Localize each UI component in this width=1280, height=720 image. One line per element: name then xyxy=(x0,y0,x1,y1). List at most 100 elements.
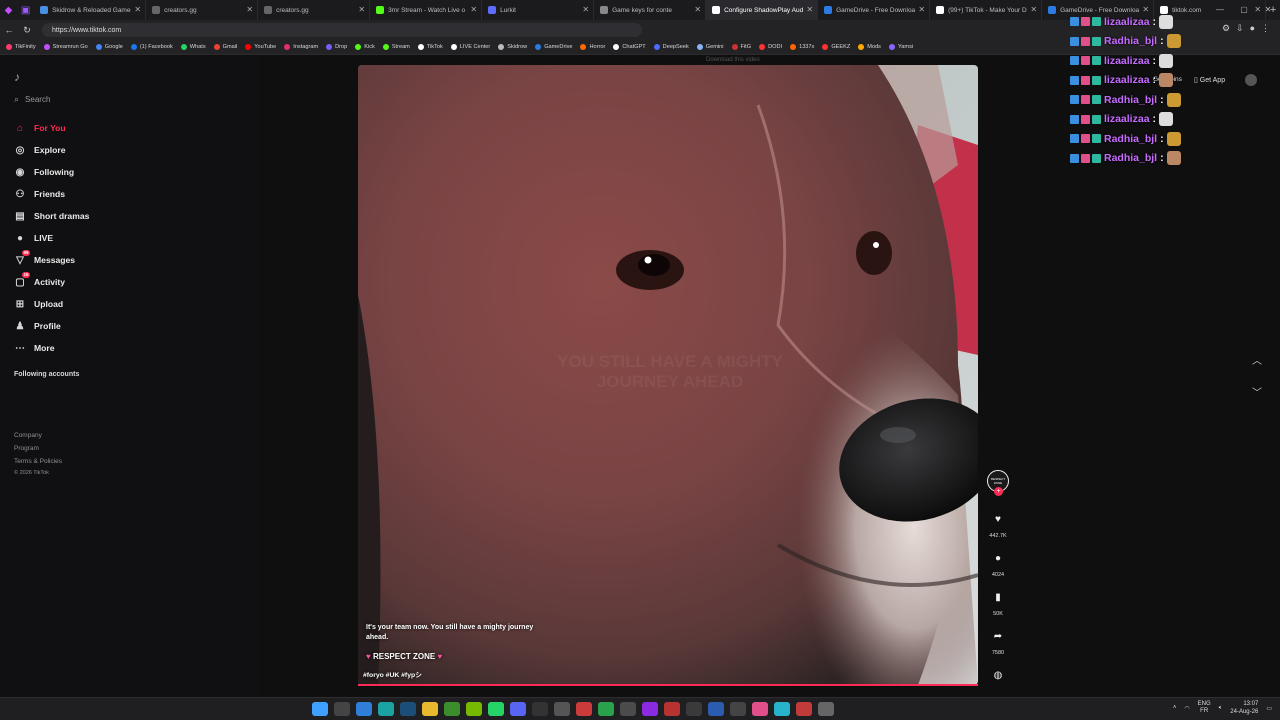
music-disc-button[interactable]: ◍ xyxy=(986,670,1010,682)
sidebar-item-following[interactable]: ◉ Following xyxy=(12,161,252,183)
steam-icon[interactable] xyxy=(400,702,416,716)
sidebar-item-friends[interactable]: ⚇ Friends xyxy=(12,183,252,205)
edge-icon[interactable] xyxy=(378,702,394,716)
next-video-icon[interactable]: ﹀ xyxy=(1252,384,1262,416)
bookmark-item[interactable]: GameDrive xyxy=(535,44,572,50)
app-icon[interactable] xyxy=(576,702,592,716)
discord-icon[interactable] xyxy=(510,702,526,716)
browser-tab[interactable]: GameDrive - Free Download P✕ xyxy=(818,0,931,20)
chat-username[interactable]: lizaalizaa xyxy=(1104,74,1150,86)
sidebar-item-upload[interactable]: ⊞ Upload xyxy=(12,293,252,315)
sidebar-item-profile[interactable]: ♟ Profile xyxy=(12,315,252,337)
sidebar-item-explore[interactable]: ◎ Explore xyxy=(12,139,252,161)
like-button[interactable]: ♥ 442.7K xyxy=(986,514,1010,539)
reload-icon[interactable]: ↻ xyxy=(18,25,36,36)
chat-username[interactable]: lizaalizaa xyxy=(1104,16,1150,28)
browser-tab[interactable]: creators.gg ✕ xyxy=(146,0,259,20)
bookmark-item[interactable]: Horror xyxy=(580,44,605,50)
chat-username[interactable]: lizaalizaa xyxy=(1104,55,1150,67)
video-hashtags[interactable]: #foryo #UK #fypシ xyxy=(363,669,422,679)
back-icon[interactable]: ← xyxy=(0,25,18,35)
app-icon[interactable] xyxy=(642,702,658,716)
sidebar-item-messages[interactable]: ▽ 99 Messages xyxy=(12,249,252,271)
bookmark-item[interactable]: Google xyxy=(95,44,123,50)
bookmark-item[interactable]: Gemini xyxy=(696,44,724,50)
bookmark-item[interactable]: FitG xyxy=(731,44,751,50)
creator-avatar[interactable]: RESPECT ZONE + xyxy=(987,470,1009,496)
bookmark-item[interactable]: Drop xyxy=(326,44,347,50)
bookmark-item[interactable]: DODI xyxy=(759,44,782,50)
bookmark-item[interactable]: YouTube xyxy=(245,44,276,50)
xbox-icon[interactable] xyxy=(444,702,460,716)
app-icon[interactable] xyxy=(664,702,680,716)
browser-tab[interactable]: Game keys for conte ✕ xyxy=(594,0,707,20)
browser-tab[interactable]: Lurkit ✕ xyxy=(482,0,595,20)
footer-company-link[interactable]: Company xyxy=(14,429,62,442)
bookmark-item[interactable]: Stream xyxy=(382,44,410,50)
bookmark-item[interactable]: TikTok xyxy=(417,44,443,50)
search-icon[interactable] xyxy=(334,702,350,716)
app-icon[interactable] xyxy=(774,702,790,716)
bookmark-item[interactable]: DeepSeek xyxy=(653,44,689,50)
bookmark-item[interactable]: (1) Facebook xyxy=(130,44,173,50)
app-icon[interactable] xyxy=(598,702,614,716)
download-tip[interactable]: Download this video xyxy=(706,57,760,63)
video-progress-bar[interactable] xyxy=(358,684,978,686)
nvidia-icon[interactable] xyxy=(466,702,482,716)
app-icon[interactable] xyxy=(686,702,702,716)
bookmark-item[interactable]: Whats xyxy=(180,44,206,50)
sidebar-item-short-dramas[interactable]: ▤ Short dramas xyxy=(12,205,252,227)
app-icon[interactable] xyxy=(554,702,570,716)
app-icon[interactable] xyxy=(796,702,812,716)
language-indicator[interactable]: ENG FR xyxy=(1198,701,1211,715)
volume-icon[interactable]: 🔈︎ xyxy=(1219,705,1223,712)
obs-icon[interactable] xyxy=(532,702,548,716)
browser-tab[interactable]: Skidrow & Reloaded Games - ✕ xyxy=(34,0,147,20)
whatsapp-icon[interactable] xyxy=(488,702,504,716)
browser-menu-icon[interactable]: ◆ xyxy=(0,0,17,20)
tray-chevron-icon[interactable]: ˄ xyxy=(1173,705,1177,711)
follow-plus-icon[interactable]: + xyxy=(994,487,1003,496)
bookmark-item[interactable]: Skidrow xyxy=(498,44,527,50)
browser-tab[interactable]: 3mr Stream - Watch Live o ✕ xyxy=(370,0,483,20)
sidebar-item-more[interactable]: ⋯ More xyxy=(12,337,252,359)
bookmark-item[interactable]: Yamsi xyxy=(888,44,913,50)
start-icon[interactable] xyxy=(312,702,328,716)
video-author[interactable]: ♥ RESPECT ZONE ♥ xyxy=(366,652,442,661)
app-icon[interactable] xyxy=(730,702,746,716)
chat-username[interactable]: Radhia_bjl xyxy=(1104,94,1157,106)
chat-username[interactable]: lizaalizaa xyxy=(1104,113,1150,125)
footer-program-link[interactable]: Program xyxy=(14,442,62,455)
tab-close-icon[interactable]: ✕ xyxy=(582,5,589,14)
notifications-icon[interactable]: ▭ xyxy=(1266,705,1272,712)
file-explorer-icon[interactable] xyxy=(422,702,438,716)
workspaces-icon[interactable]: ▣ xyxy=(17,0,34,20)
tab-close-icon[interactable]: ✕ xyxy=(134,5,141,14)
bookmark-item[interactable]: ChatGPT xyxy=(613,44,646,50)
tab-close-icon[interactable]: ✕ xyxy=(358,5,365,14)
bookmark-item[interactable]: Gmail xyxy=(213,44,237,50)
sidebar-item-activity[interactable]: ▢ 16 Activity xyxy=(12,271,252,293)
browser-tab[interactable]: creators.gg ✕ xyxy=(258,0,371,20)
clock[interactable]: 13:07 24-Aug-26 xyxy=(1230,700,1258,716)
tiktok-logo-icon[interactable]: ♪ xyxy=(14,70,20,84)
bookmark-item[interactable]: TikFinity xyxy=(6,44,36,50)
sidebar-item-live[interactable]: ● LIVE xyxy=(12,227,252,249)
chrome-icon[interactable] xyxy=(356,702,372,716)
bookmark-item[interactable]: Mods xyxy=(858,44,881,50)
tab-close-icon[interactable]: ✕ xyxy=(806,5,813,14)
app-icon[interactable] xyxy=(752,702,768,716)
network-icon[interactable]: ◠ xyxy=(1184,705,1189,712)
app-icon[interactable] xyxy=(818,702,834,716)
browser-tab[interactable]: Configure ShadowPlay Audio ✕ xyxy=(706,0,819,20)
share-button[interactable]: ➦ 7580 xyxy=(986,631,1010,656)
save-button[interactable]: ▮ 50K xyxy=(986,592,1010,617)
tab-close-icon[interactable]: ✕ xyxy=(694,5,701,14)
tab-close-icon[interactable]: ✕ xyxy=(470,5,477,14)
bookmark-item[interactable]: GEEKZ xyxy=(822,44,850,50)
app-icon[interactable] xyxy=(620,702,636,716)
chat-username[interactable]: Radhia_bjl xyxy=(1104,133,1157,145)
footer-terms-link[interactable]: Terms & Policies xyxy=(14,455,62,468)
bookmark-item[interactable]: Instagram xyxy=(284,44,318,50)
tab-close-icon[interactable]: ✕ xyxy=(1030,5,1037,14)
